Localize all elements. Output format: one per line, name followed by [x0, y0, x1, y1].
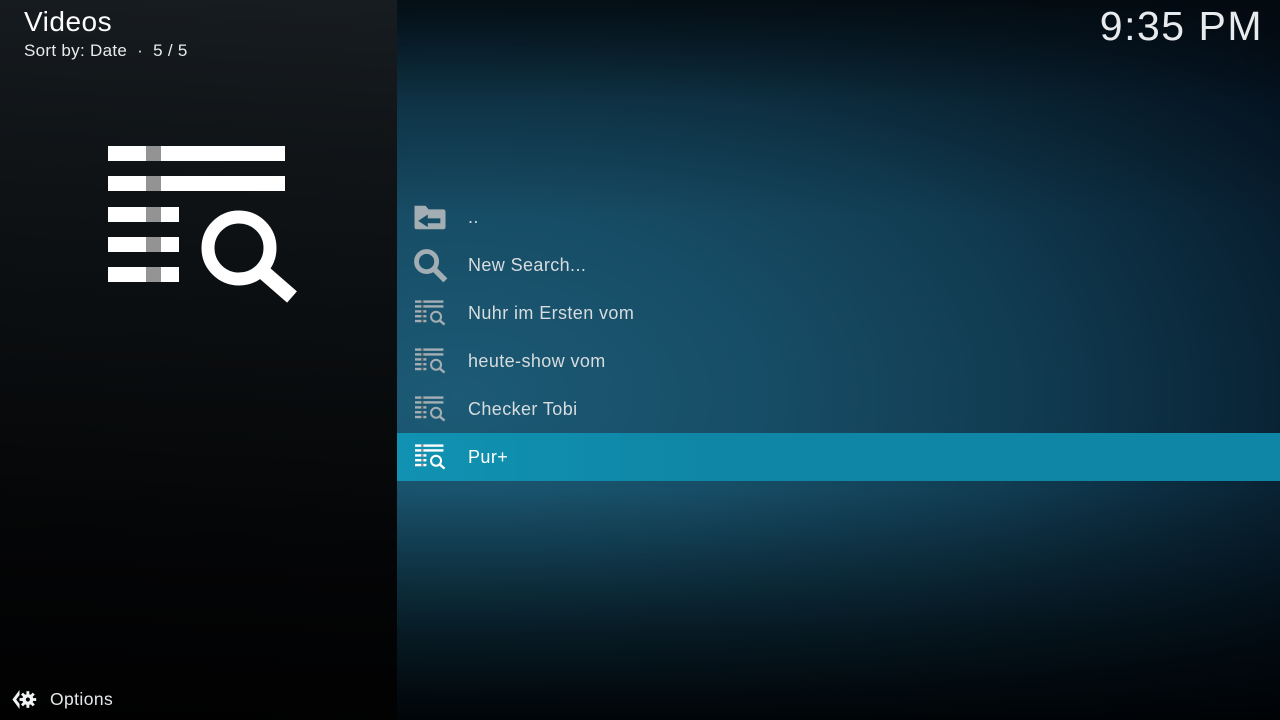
item-label: Pur+ — [468, 447, 508, 468]
item-position: 5 / 5 — [153, 41, 188, 60]
list-item[interactable]: Pur+ — [397, 433, 1280, 481]
folder-back-icon — [411, 198, 449, 236]
content-panel: 9:35 PM .. New Search... Nuhr im Ersten … — [397, 0, 1280, 720]
item-label: heute-show vom — [468, 351, 606, 372]
item-label: New Search... — [468, 255, 586, 276]
item-label: .. — [468, 207, 479, 228]
list-item[interactable]: heute-show vom — [397, 337, 1280, 385]
gear-icon — [10, 687, 37, 712]
sort-status: Sort by: Date · 5 / 5 — [24, 41, 188, 61]
file-list: .. New Search... Nuhr im Ersten vom heut… — [397, 193, 1280, 481]
separator-dot: · — [137, 41, 143, 60]
search-history-icon — [411, 438, 449, 476]
list-item[interactable]: Nuhr im Ersten vom — [397, 289, 1280, 337]
page-header: Videos Sort by: Date · 5 / 5 — [24, 6, 188, 61]
search-history-icon — [108, 146, 301, 303]
sort-by-label: Sort by: Date — [24, 41, 127, 60]
options-button[interactable]: Options — [10, 687, 113, 712]
clock: 9:35 PM — [1100, 3, 1263, 50]
list-item[interactable]: .. — [397, 193, 1280, 241]
list-item[interactable]: Checker Tobi — [397, 385, 1280, 433]
search-icon — [411, 246, 449, 284]
search-history-icon — [411, 390, 449, 428]
sidebar-panel: Videos Sort by: Date · 5 / 5 Options — [0, 0, 397, 720]
list-item[interactable]: New Search... — [397, 241, 1280, 289]
page-title: Videos — [24, 6, 188, 38]
item-label: Checker Tobi — [468, 399, 578, 420]
item-label: Nuhr im Ersten vom — [468, 303, 634, 324]
search-history-icon — [411, 342, 449, 380]
search-history-icon — [411, 294, 449, 332]
options-label: Options — [50, 689, 113, 710]
